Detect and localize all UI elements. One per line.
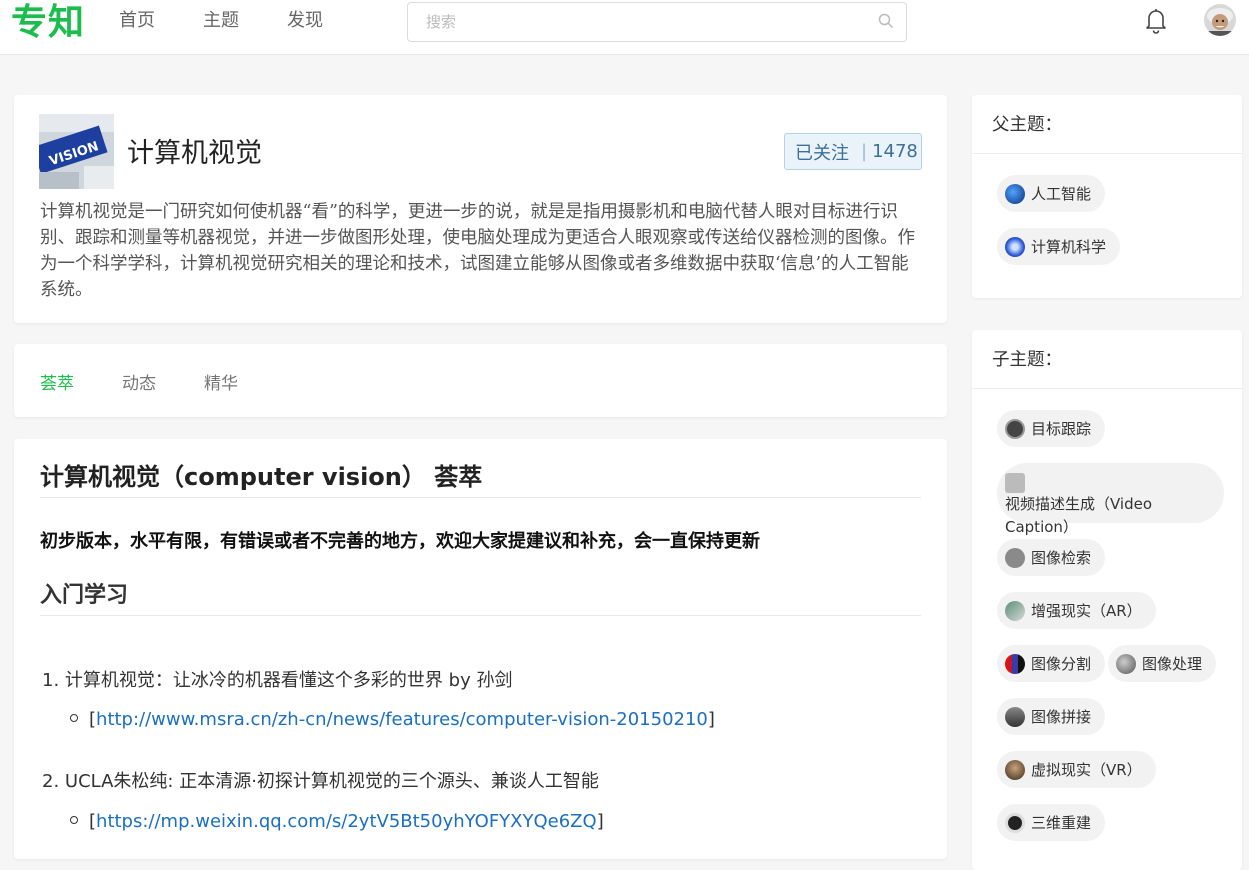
content-title: 计算机视觉（computer vision） 荟萃 bbox=[40, 463, 483, 491]
search-box bbox=[407, 2, 907, 42]
tag-label: 图像处理 bbox=[1142, 655, 1203, 673]
child-topic-tag[interactable]: 增强现实（AR） bbox=[997, 592, 1156, 629]
vr-topic-icon bbox=[1005, 759, 1025, 780]
parent-topic-tag[interactable]: 计算机科学 bbox=[997, 228, 1121, 265]
content-card: 计算机视觉（computer vision） 荟萃 初步版本，水平有限，有错误或… bbox=[14, 439, 947, 859]
tag-label: 增强现实（AR） bbox=[1031, 602, 1142, 620]
topic-description: 计算机视觉是一门研究如何使机器“看”的科学，更进一步的说，就是是指用摄影机和电脑… bbox=[40, 202, 915, 300]
list-item-number: 1. bbox=[42, 670, 60, 691]
cs-topic-icon bbox=[1005, 236, 1025, 257]
follow-label: 已关注 bbox=[795, 142, 849, 164]
ar-topic-icon bbox=[1005, 600, 1025, 621]
child-topic-tag[interactable]: 虚拟现实（VR） bbox=[997, 751, 1156, 788]
video-caption-topic-icon bbox=[1005, 473, 1025, 493]
list-item-text: 计算机视觉：让冰冷的机器看懂这个多彩的世界 by 孙剑 bbox=[64, 670, 513, 691]
top-bar: 专知 首页 主题 发现 bbox=[0, 0, 1249, 55]
topic-title: 计算机视觉 bbox=[127, 138, 262, 169]
segmentation-topic-icon bbox=[1005, 653, 1025, 674]
content-note: 初步版本，水平有限，有错误或者不完善的地方，欢迎大家提建议和补充，会一直保持更新 bbox=[40, 531, 760, 552]
bullet-icon bbox=[70, 816, 78, 824]
child-topic-tag[interactable]: 图像处理 bbox=[1108, 645, 1217, 682]
child-topics-card: 子主题： 目标跟踪 视频描述生成（Video Caption） 图像检索 增强现… bbox=[972, 330, 1242, 870]
child-topics-title: 子主题： bbox=[992, 350, 1062, 370]
child-topic-tag[interactable]: 视频描述生成（Video Caption） bbox=[997, 463, 1224, 536]
section-heading: 入门学习 bbox=[40, 583, 129, 608]
nav-home[interactable]: 首页 bbox=[119, 0, 155, 42]
topic-tabs: 荟萃 动态 精华 bbox=[40, 369, 286, 394]
tag-label: 计算机科学 bbox=[1031, 238, 1107, 256]
list-item: 2. UCLA朱松纯: 正本清源·初探计算机视觉的三个源头、兼谈人工智能 bbox=[42, 767, 599, 793]
tag-label: 图像分割 bbox=[1031, 655, 1092, 673]
list-item-link[interactable]: https://mp.weixin.qq.com/s/2ytV5Bt50yhYO… bbox=[96, 811, 597, 832]
child-topic-tag[interactable]: 图像检索 bbox=[997, 539, 1106, 576]
list-sub-item: [http://www.msra.cn/zh-cn/news/features/… bbox=[70, 709, 715, 730]
child-topic-tag[interactable]: 图像分割 bbox=[997, 645, 1106, 682]
tab-featured[interactable]: 精华 bbox=[204, 369, 238, 394]
divider bbox=[40, 497, 921, 498]
list-item: 1. 计算机视觉：让冰冷的机器看懂这个多彩的世界 by 孙剑 bbox=[42, 666, 512, 692]
tag-label: 视频描述生成（Video Caption） bbox=[1005, 495, 1153, 536]
user-avatar[interactable] bbox=[1204, 4, 1236, 36]
parent-topic-tag[interactable]: 人工智能 bbox=[997, 175, 1106, 212]
parent-topics-title: 父主题： bbox=[992, 115, 1062, 135]
list-item-text: UCLA朱松纯: 正本清源·初探计算机视觉的三个源头、兼谈人工智能 bbox=[64, 771, 599, 792]
divider bbox=[972, 153, 1242, 154]
list-item-number: 2. bbox=[42, 771, 60, 792]
logo[interactable]: 专知 bbox=[11, 0, 85, 45]
tag-label: 图像拼接 bbox=[1031, 708, 1092, 726]
tracking-topic-icon bbox=[1005, 418, 1025, 439]
search-icon[interactable] bbox=[878, 13, 894, 33]
search-input[interactable] bbox=[408, 3, 868, 41]
parent-topics-card: 父主题： 人工智能 计算机科学 bbox=[972, 95, 1242, 298]
divider bbox=[972, 388, 1242, 389]
follow-button[interactable]: 已关注 | 1478 bbox=[784, 133, 922, 170]
tag-label: 目标跟踪 bbox=[1031, 420, 1092, 438]
follow-separator: | bbox=[861, 141, 868, 162]
divider bbox=[40, 615, 921, 616]
stitching-topic-icon bbox=[1005, 706, 1025, 727]
3d-reconstruction-topic-icon bbox=[1005, 812, 1025, 833]
child-topic-tag[interactable]: 目标跟踪 bbox=[997, 410, 1106, 447]
tab-collection[interactable]: 荟萃 bbox=[40, 369, 74, 394]
tag-label: 虚拟现实（VR） bbox=[1031, 761, 1142, 779]
tabs-card: 荟萃 动态 精华 bbox=[14, 344, 947, 417]
tag-label: 图像检索 bbox=[1031, 549, 1092, 567]
follow-count: 1478 bbox=[872, 141, 918, 162]
bullet-icon bbox=[70, 714, 78, 722]
topic-image: VISION bbox=[39, 114, 114, 189]
tag-label: 三维重建 bbox=[1031, 814, 1092, 832]
list-item-link[interactable]: http://www.msra.cn/zh-cn/news/features/c… bbox=[96, 709, 708, 730]
topic-card: VISION 计算机视觉 已关注 | 1478 计算机视觉是一门研究如何使机器“… bbox=[14, 95, 947, 323]
list-sub-item: [https://mp.weixin.qq.com/s/2ytV5Bt50yhY… bbox=[70, 811, 604, 832]
tag-label: 人工智能 bbox=[1031, 185, 1092, 203]
child-topic-tag[interactable]: 三维重建 bbox=[997, 804, 1106, 841]
image-retrieval-topic-icon bbox=[1005, 547, 1025, 568]
nav-topics[interactable]: 主题 bbox=[203, 0, 239, 42]
main-nav: 首页 主题 发现 bbox=[119, 0, 371, 42]
notification-bell-icon[interactable] bbox=[1141, 5, 1171, 39]
nav-discover[interactable]: 发现 bbox=[287, 0, 323, 42]
image-processing-topic-icon bbox=[1116, 653, 1136, 674]
tab-activity[interactable]: 动态 bbox=[122, 369, 156, 394]
child-topic-tag[interactable]: 图像拼接 bbox=[997, 698, 1106, 735]
ai-topic-icon bbox=[1005, 183, 1025, 204]
